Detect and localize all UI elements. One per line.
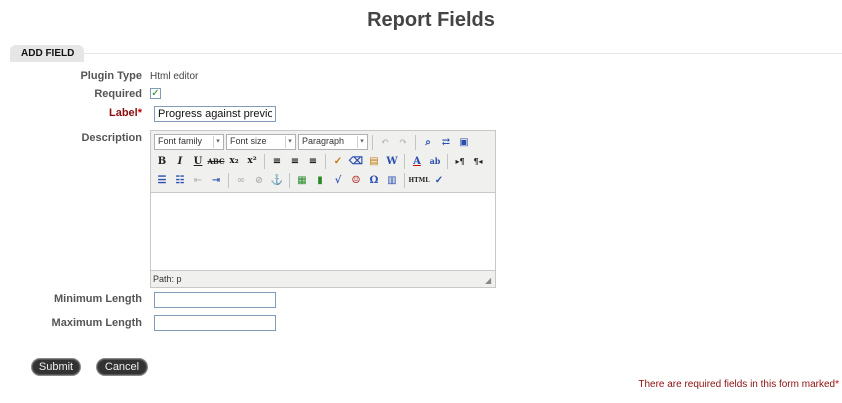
bold-icon[interactable]: B	[154, 153, 170, 169]
indent-icon[interactable]: ⇥	[208, 172, 224, 188]
font-size-value: Font size	[230, 136, 267, 146]
replace-icon[interactable]: ⇄	[438, 134, 454, 150]
section-divider	[10, 53, 842, 54]
toolbar-separator	[228, 172, 229, 188]
description-label: Description	[81, 132, 142, 144]
align-center-icon[interactable]: ≡	[287, 153, 303, 169]
media-icon[interactable]: ▮	[312, 172, 328, 188]
rtl-icon[interactable]: ¶◂	[470, 153, 486, 169]
submit-button[interactable]: Submit	[31, 358, 81, 376]
fullscreen-icon[interactable]: ▣	[456, 134, 472, 150]
toolbar-separator	[325, 153, 326, 169]
chevron-down-icon: ▾	[213, 136, 222, 148]
editor-toolbar-row-1: Font family ▾ Font size ▾ Paragraph ▾ ↶ ↷ ⌕…	[154, 133, 472, 151]
max-length-label: Maximum Length	[51, 317, 142, 329]
label-field-label: Label*	[109, 107, 142, 119]
paste-text-icon[interactable]: ▤	[366, 153, 382, 169]
align-left-icon[interactable]: ≡	[269, 153, 285, 169]
superscript-icon[interactable]: x²	[244, 153, 260, 169]
html-editor: Font family ▾ Font size ▾ Paragraph ▾ ↶ ↷ ⌕…	[150, 130, 496, 288]
undo-icon[interactable]: ↶	[377, 134, 393, 150]
toolbar-separator	[404, 153, 405, 169]
editor-status-path: Path: p	[153, 274, 182, 284]
backcolor-icon[interactable]: ab	[427, 153, 443, 169]
format-value: Paragraph	[302, 136, 345, 146]
chevron-down-icon: ▾	[285, 136, 294, 148]
unlink-icon[interactable]: ⊘	[251, 172, 267, 188]
table-icon[interactable]: ▥	[384, 172, 400, 188]
anchor-icon[interactable]: ⚓	[269, 172, 285, 188]
toolbar-separator	[264, 153, 265, 169]
link-icon[interactable]: ∞	[233, 172, 249, 188]
page-title: Report Fields	[367, 9, 495, 31]
font-family-value: Font family	[158, 136, 203, 146]
align-right-icon[interactable]: ≡	[305, 153, 321, 169]
required-label: Required	[94, 88, 142, 100]
font-size-select[interactable]: Font size ▾	[226, 134, 296, 150]
plugin-type-value: Html editor	[150, 71, 199, 82]
required-fields-note-text: There are required fields in this form m…	[638, 379, 836, 390]
format-select[interactable]: Paragraph ▾	[298, 134, 368, 150]
toolbar-separator	[415, 134, 416, 150]
toolbar-separator	[289, 172, 290, 188]
label-input[interactable]	[154, 106, 276, 122]
required-fields-note: There are required fields in this form m…	[638, 379, 839, 390]
toolbar-separator	[372, 134, 373, 150]
outdent-icon[interactable]: ⇤	[190, 172, 206, 188]
cancel-button[interactable]: Cancel	[96, 358, 148, 376]
toolbar-separator	[404, 172, 405, 188]
spellcheck-icon[interactable]: ✓	[431, 172, 447, 188]
strikethrough-icon[interactable]: ABC	[207, 153, 224, 169]
cleanup-icon[interactable]: ✓	[330, 153, 346, 169]
font-family-select[interactable]: Font family ▾	[154, 134, 224, 150]
chevron-down-icon: ▾	[357, 136, 366, 148]
section-tab: ADD FIELD	[10, 45, 84, 62]
image-icon[interactable]: ▦	[294, 172, 310, 188]
html-source-icon[interactable]: HTML	[409, 172, 430, 188]
plugin-type-label: Plugin Type	[80, 70, 142, 82]
editor-toolbar-row-2: B I U ABC x₂ x² ≡ ≡ ≡ ✓ ⌫ ▤ W A ab ▸¶ ¶◂	[154, 152, 486, 170]
editor-toolbar-row-3: ☰ ☷ ⇤ ⇥ ∞ ⊘ ⚓ ▦ ▮ √ ☺ Ω ▥ HTML ✓	[154, 171, 447, 189]
eraser-icon[interactable]: ⌫	[348, 153, 364, 169]
emoticon-icon[interactable]: ☺	[348, 172, 364, 188]
italic-icon[interactable]: I	[172, 153, 188, 169]
paste-word-icon[interactable]: W	[384, 153, 400, 169]
min-length-input[interactable]	[154, 292, 276, 308]
resize-handle[interactable]: ◢	[485, 277, 493, 285]
ltr-icon[interactable]: ▸¶	[452, 153, 468, 169]
forecolor-icon[interactable]: A	[409, 153, 425, 169]
underline-icon[interactable]: U	[190, 153, 206, 169]
max-length-input[interactable]	[154, 315, 276, 331]
toolbar-separator	[447, 153, 448, 169]
find-icon[interactable]: ⌕	[420, 134, 436, 150]
redo-icon[interactable]: ↷	[395, 134, 411, 150]
subscript-icon[interactable]: x₂	[226, 153, 242, 169]
equation-icon[interactable]: √	[330, 172, 346, 188]
charmap-icon[interactable]: Ω	[366, 172, 382, 188]
required-checkbox[interactable]: ✓	[150, 88, 161, 99]
bullet-list-icon[interactable]: ☰	[154, 172, 170, 188]
numbered-list-icon[interactable]: ☷	[172, 172, 188, 188]
editor-content-area[interactable]	[151, 192, 495, 271]
required-star: *	[835, 379, 839, 390]
label-field-label-text: Label	[108, 107, 138, 119]
min-length-label: Minimum Length	[54, 293, 142, 305]
required-star: *	[137, 107, 142, 119]
